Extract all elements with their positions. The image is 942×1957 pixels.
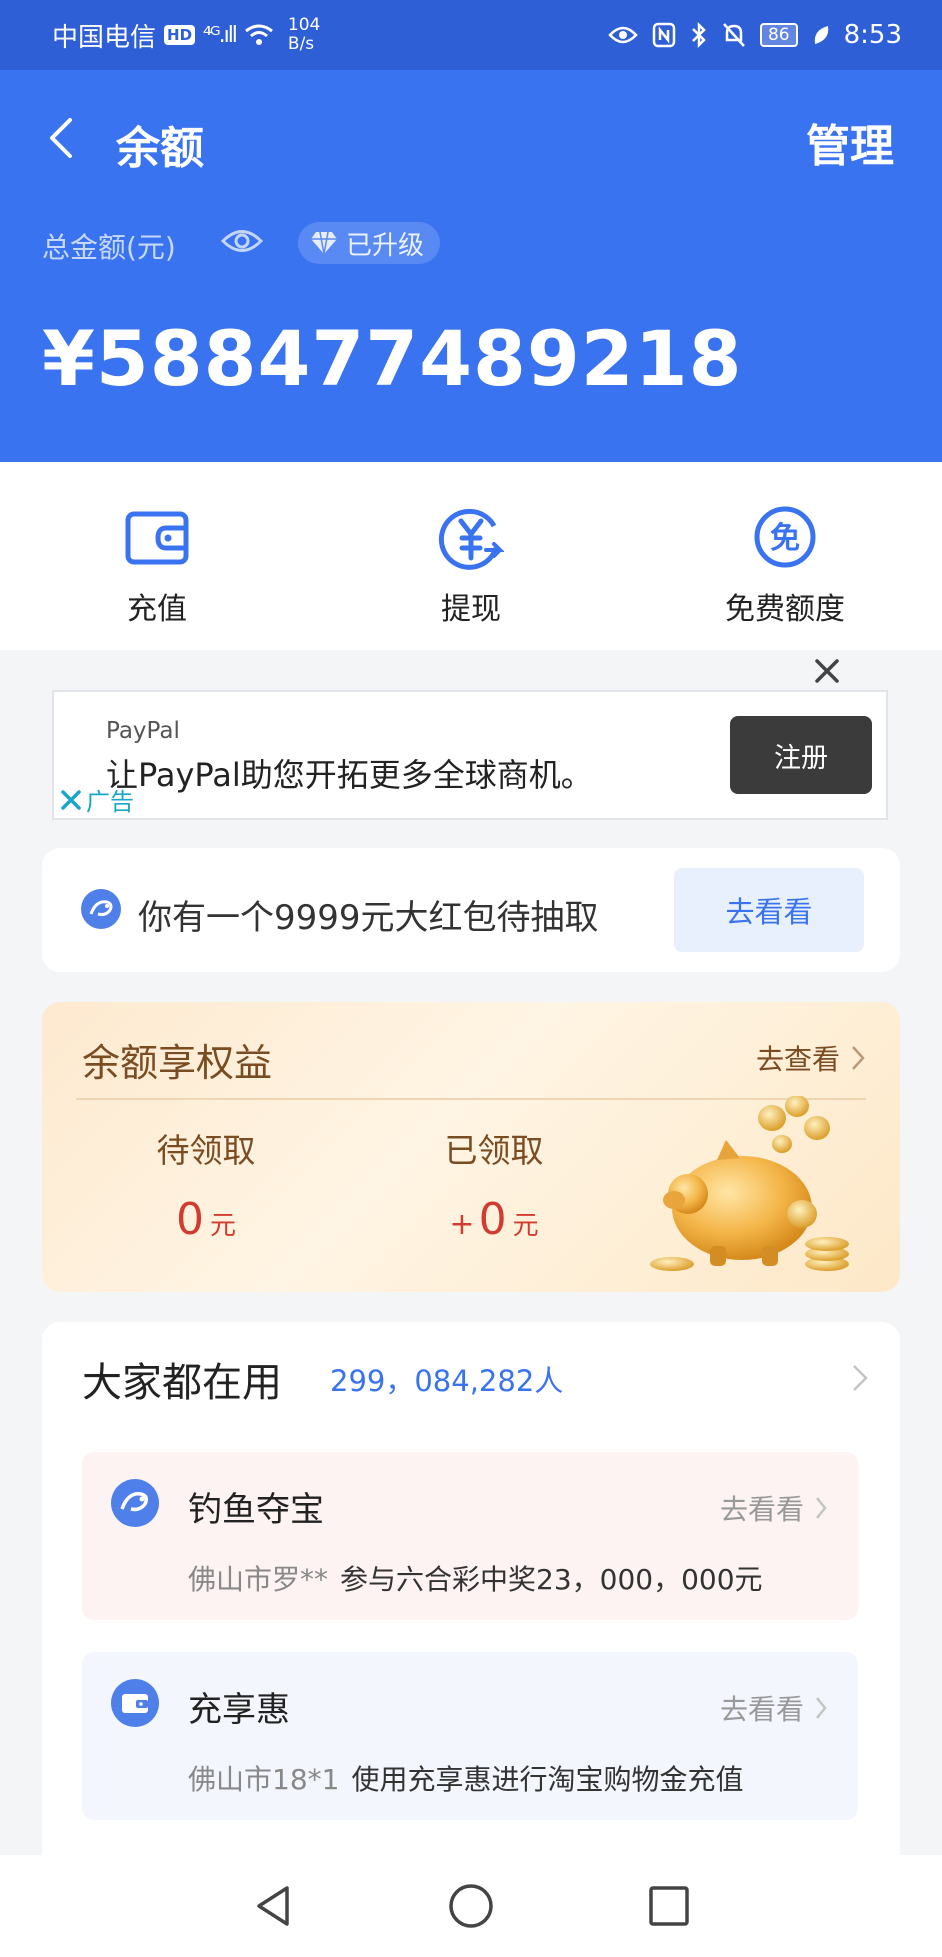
nav-recents-icon[interactable] [645, 1882, 693, 1930]
balance-amount: ¥588477489218 [42, 314, 743, 403]
item-name: 充享惠 [188, 1690, 290, 1730]
recharge-label: 充值 [127, 592, 187, 627]
recharge-deal-icon [111, 1679, 159, 1727]
chevron-right-icon [816, 1697, 827, 1719]
red-packet-card: 你有一个9999元大红包待抽取 去看看 [42, 848, 900, 972]
ad-register-button[interactable]: 注册 [730, 716, 872, 794]
ad-text: 让PayPal助您开拓更多全球商机。 [106, 756, 593, 794]
mute-icon [723, 23, 745, 47]
ad-tag-label: 广告 [86, 788, 134, 816]
signal-icon: ⁴ᴳ.ıll [203, 22, 238, 48]
action-row: 充值 提现 免 免费额度 [0, 462, 942, 650]
diamond-icon [311, 231, 337, 255]
chevron-right-icon[interactable] [850, 1362, 870, 1394]
manage-button[interactable]: 管理 [806, 110, 894, 174]
nfc-icon [652, 22, 676, 48]
popular-user-count: 299，084,282人 [330, 1364, 564, 1398]
balance-benefits-card: 余额享权益 去查看 待领取 0元 已领取 +0 元 [42, 1002, 900, 1292]
ad-banner[interactable]: PayPal 让PayPal助您开拓更多全球商机。 注册 广告 [52, 690, 888, 820]
wallet-icon [125, 511, 189, 565]
eye-toggle-icon[interactable] [220, 224, 264, 258]
item-go-link[interactable]: 去看看 [720, 1488, 828, 1528]
list-item-recharge-deal[interactable]: 充享惠 去看看 佛山市18*1 使用充享惠进行淘宝购物金充值 [82, 1652, 858, 1820]
system-nav-bar [0, 1855, 942, 1957]
nav-home-icon[interactable] [447, 1882, 495, 1930]
balance-header: 余额 管理 总金额(元) 已升级 ¥588477489218 [0, 70, 942, 462]
item-name: 钓鱼夺宝 [188, 1490, 324, 1530]
free-quota-icon: 免 [754, 506, 816, 568]
item-description: 佛山市罗** 参与六合彩中奖23，000，000元 [188, 1563, 763, 1596]
total-amount-label: 总金额(元) [42, 231, 176, 264]
ad-brand: PayPal [106, 718, 180, 744]
red-packet-logo-icon [81, 889, 121, 929]
benefits-title: 余额享权益 [82, 1041, 273, 1085]
pending-block[interactable]: 待领取 0元 [96, 1124, 316, 1245]
leaf-icon [814, 26, 828, 44]
recharge-button[interactable]: 充值 [0, 462, 314, 650]
received-value: +0 元 [449, 1194, 539, 1245]
received-label: 已领取 [444, 1131, 544, 1170]
withdraw-label: 提现 [441, 592, 501, 627]
chevron-right-icon [852, 1046, 865, 1070]
page-title: 余额 [116, 123, 204, 174]
fishing-treasure-icon [111, 1479, 159, 1527]
withdraw-icon [438, 508, 504, 570]
status-bar: 中国电信 HD ⁴ᴳ.ıll 104 B/s 86 8:53 [0, 0, 942, 70]
svg-text:免: 免 [770, 521, 800, 556]
item-description: 佛山市18*1 使用充享惠进行淘宝购物金充值 [188, 1763, 744, 1796]
received-block[interactable]: 已领取 +0 元 [384, 1124, 604, 1245]
eye-comfort-icon [608, 26, 638, 44]
network-speed: 104 B/s [287, 15, 321, 54]
clock: 8:53 [843, 20, 902, 50]
list-item-fishing[interactable]: 钓鱼夺宝 去看看 佛山市罗** 参与六合彩中奖23，000，000元 [82, 1452, 858, 1620]
bluetooth-icon [692, 22, 706, 48]
back-arrow-icon[interactable] [40, 114, 80, 162]
item-go-link[interactable]: 去看看 [720, 1688, 828, 1728]
free-quota-label: 免费额度 [725, 592, 845, 627]
popular-title: 大家都在用 [82, 1360, 282, 1406]
ad-dismiss-icon [61, 789, 81, 810]
pending-label: 待领取 [156, 1131, 256, 1170]
battery-icon: 86 [759, 23, 798, 47]
wifi-icon [245, 24, 273, 45]
chevron-right-icon [816, 1497, 827, 1519]
upgraded-badge[interactable]: 已升级 [298, 222, 441, 264]
red-packet-go-button[interactable]: 去看看 [674, 868, 864, 952]
piggy-bank-illustration [650, 1096, 849, 1271]
free-quota-button[interactable]: 免 免费额度 [628, 462, 942, 650]
red-packet-text: 你有一个9999元大红包待抽取 [138, 898, 599, 938]
withdraw-button[interactable]: 提现 [314, 462, 628, 650]
pending-value: 0元 [175, 1194, 236, 1245]
benefits-more-label: 去查看 [755, 1043, 840, 1076]
upgraded-label: 已升级 [346, 230, 425, 261]
ad-tag[interactable]: 广告 [60, 782, 134, 817]
hd-icon: HD [164, 25, 196, 45]
carrier-label: 中国电信 [52, 22, 157, 53]
nav-back-icon[interactable] [249, 1882, 297, 1930]
ad-close-icon[interactable] [810, 654, 844, 688]
benefits-more-link[interactable]: 去查看 [756, 1038, 866, 1078]
